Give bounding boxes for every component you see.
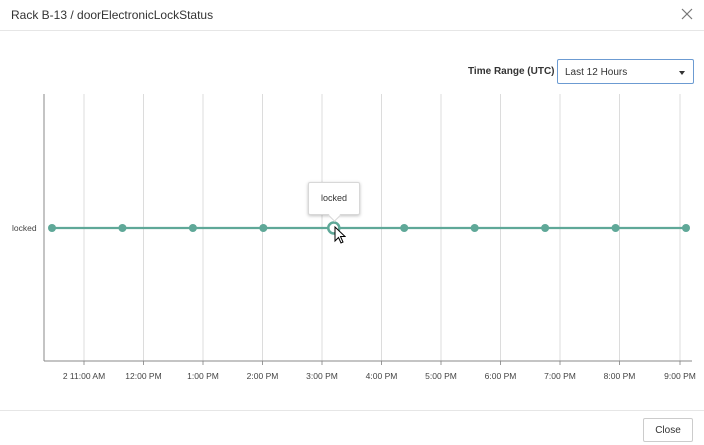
time-range-label: Time Range (UTC) [468, 66, 555, 77]
time-range-select[interactable]: Last 12 Hours [557, 59, 694, 84]
x-tick-label: 6:00 PM [485, 371, 517, 381]
x-tick-label: 5:00 PM [425, 371, 457, 381]
x-tick-label: 4:00 PM [366, 371, 398, 381]
y-category-label: locked [12, 223, 37, 233]
data-point [188, 224, 197, 232]
x-tick-label: 2 11:00 AM [63, 371, 105, 381]
chevron-down-icon [679, 71, 685, 75]
data-point [541, 224, 550, 232]
x-tick-label: 7:00 PM [544, 371, 576, 381]
data-point [118, 224, 127, 232]
data-point [259, 224, 268, 232]
dialog-title: Rack B-13 / doorElectronicLockStatus [11, 8, 214, 22]
data-point [682, 224, 690, 232]
status-chart: 2 11:00 AM 12:00 PM 1:00 PM 2:00 PM 3:00 PM 4… [0, 90, 704, 390]
chart-tooltip: locked [308, 182, 360, 222]
data-point [611, 224, 620, 232]
x-tick-label: 1:00 PM [187, 371, 219, 381]
mouse-cursor-icon [334, 225, 347, 246]
tooltip-text: locked [320, 193, 347, 203]
close-button[interactable]: Close [643, 418, 693, 442]
dialog-header: Rack B-13 / doorElectronicLockStatus [0, 0, 704, 31]
chart-svg: 2 11:00 AM 12:00 PM 1:00 PM 2:00 PM 3:00 PM 4… [12, 94, 696, 381]
data-point [470, 224, 479, 232]
data-point [400, 224, 409, 232]
dialog-footer: Close [0, 410, 704, 445]
x-tick-label: 12:00 PM [125, 371, 161, 381]
x-tick-label: 8:00 PM [604, 371, 636, 381]
x-tick-label: 3:00 PM [306, 371, 338, 381]
close-icon[interactable] [678, 5, 696, 23]
time-range-value: Last 12 Hours [565, 67, 628, 78]
x-tick-label: 9:00 PM [664, 371, 696, 381]
x-tick-label: 2:00 PM [247, 371, 279, 381]
data-point [48, 224, 56, 232]
